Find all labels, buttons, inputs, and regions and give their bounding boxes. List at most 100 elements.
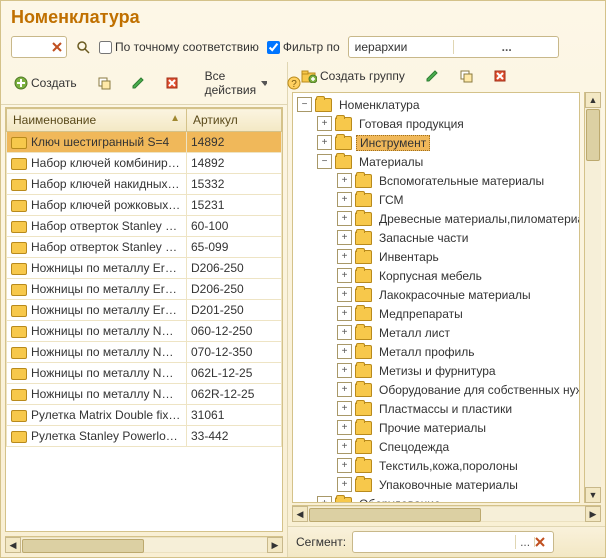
expand-icon[interactable]: + [337, 325, 352, 340]
table-row[interactable]: Ножницы по металлу Erdi пря...D201-250 [7, 300, 282, 321]
expand-icon[interactable]: + [337, 306, 352, 321]
expand-icon[interactable]: + [317, 135, 332, 150]
table-row[interactable]: Ножницы по металлу NWS Pel...070-12-350 [7, 342, 282, 363]
collapse-icon[interactable]: − [317, 154, 332, 169]
tree-node[interactable]: +Пластмассы и пластики [293, 399, 579, 418]
expand-icon[interactable]: + [337, 477, 352, 492]
tree-node-label: Медпрепараты [376, 307, 466, 321]
create-group-label: Создать группу [320, 69, 405, 83]
tree-node[interactable]: +Оборудование [293, 494, 579, 503]
scroll-right-icon[interactable]: ▶ [267, 537, 283, 553]
filter-by-checkbox[interactable]: Фильтр по [267, 40, 340, 54]
filter-bar: По точному соответствию Фильтр по иерарх… [1, 32, 605, 62]
table-row[interactable]: Ножницы по металлу Erdi прав...D206-250 [7, 279, 282, 300]
scroll-up-icon[interactable]: ▲ [585, 92, 601, 108]
search-box[interactable] [11, 36, 67, 58]
tree-node[interactable]: + Медпрепараты [293, 304, 579, 323]
grid-h-scrollbar[interactable]: ◀ ▶ [5, 536, 283, 553]
tree-node[interactable]: +Инвентарь [293, 247, 579, 266]
expand-icon[interactable]: + [337, 344, 352, 359]
table-row[interactable]: Ножницы по металлу Erdi прав...D206-250 [7, 258, 282, 279]
table-row[interactable]: Ножницы по металлу NWS дл...062L-12-25 [7, 363, 282, 384]
expand-icon[interactable]: + [337, 173, 352, 188]
tree-v-scrollbar[interactable]: ▲ ▼ [584, 92, 601, 503]
tree-node[interactable]: +Готовая продукция [293, 114, 579, 133]
scroll-right-icon[interactable]: ▶ [585, 506, 601, 522]
filter-select-button[interactable]: ... [453, 40, 556, 54]
tree-node[interactable]: +Вспомогательные материалы [293, 171, 579, 190]
exact-match-checkbox[interactable]: По точному соответствию [99, 40, 259, 54]
search-input[interactable] [14, 39, 50, 55]
create-group-button[interactable]: Создать группу [294, 66, 412, 86]
tree-node[interactable]: +Упаковочные материалы [293, 475, 579, 494]
table-row[interactable]: Рулетка Stanley Powerlock 10м...33-442 [7, 426, 282, 447]
table-row[interactable]: Набор отверток Stanley Fatmax...65-099 [7, 237, 282, 258]
expand-icon[interactable]: + [337, 401, 352, 416]
tree-h-scrollbar[interactable]: ◀ ▶ [292, 505, 601, 522]
expand-icon[interactable]: + [337, 287, 352, 302]
copy-button[interactable] [90, 73, 118, 93]
segment-field[interactable]: ... [352, 531, 554, 553]
tree-node[interactable]: +ГСМ [293, 190, 579, 209]
tree-node[interactable]: −Номенклатура [293, 95, 579, 114]
tree-node[interactable]: +Спецодежда [293, 437, 579, 456]
expand-icon[interactable]: + [337, 458, 352, 473]
table-row[interactable]: Набор ключей комбинированн...14892 [7, 153, 282, 174]
table-row[interactable]: Набор отверток Stanley Basic ...60-100 [7, 216, 282, 237]
table-row[interactable]: Ключ шестигранный S=414892 [7, 132, 282, 153]
clear-search-icon[interactable] [50, 39, 64, 55]
col-name[interactable]: Наименование▲ [7, 109, 187, 132]
items-grid[interactable]: Наименование▲ Артикул Ключ шестигранный … [5, 107, 283, 532]
all-actions-button[interactable]: Все действия [198, 66, 274, 100]
tree-node[interactable]: +Метизы и фурнитура [293, 361, 579, 380]
segment-select-button[interactable]: ... [515, 535, 534, 549]
table-row[interactable]: Рулетка Matrix Double fixation ...31061 [7, 405, 282, 426]
edit-button[interactable] [124, 73, 152, 93]
tree-node[interactable]: +Оборудование для собственных нужд (буд [293, 380, 579, 399]
copy-group-button[interactable] [452, 66, 480, 86]
expand-icon[interactable]: + [337, 439, 352, 454]
expand-icon[interactable]: + [337, 363, 352, 378]
expand-icon[interactable]: + [337, 420, 352, 435]
segment-clear-button[interactable] [534, 537, 553, 547]
expand-icon[interactable]: + [337, 249, 352, 264]
delete-group-button[interactable] [486, 66, 514, 86]
tree-node[interactable]: +Металл профиль [293, 342, 579, 361]
delete-button[interactable] [158, 73, 186, 93]
copy-icon [459, 69, 473, 83]
collapse-icon[interactable]: − [297, 97, 312, 112]
search-icon[interactable] [75, 39, 91, 55]
tree-node[interactable]: +Прочие материалы [293, 418, 579, 437]
scroll-down-icon[interactable]: ▼ [585, 487, 601, 503]
filter-by-input[interactable] [267, 41, 280, 54]
expand-icon[interactable]: + [337, 230, 352, 245]
scroll-left-icon[interactable]: ◀ [292, 506, 308, 522]
create-button[interactable]: Создать [7, 73, 84, 93]
tree-node[interactable]: +Корпусная мебель [293, 266, 579, 285]
tree-node[interactable]: +Металл лист [293, 323, 579, 342]
filter-field[interactable]: иерархии ... [348, 36, 559, 58]
tree-node[interactable]: +Запасные части [293, 228, 579, 247]
expand-icon[interactable]: + [317, 496, 332, 503]
exact-match-input[interactable] [99, 41, 112, 54]
scroll-left-icon[interactable]: ◀ [5, 537, 21, 553]
table-row[interactable]: Ножницы по металлу NWS Ber...060-12-250 [7, 321, 282, 342]
expand-icon[interactable]: + [337, 211, 352, 226]
tree-node[interactable]: −Материалы [293, 152, 579, 171]
expand-icon[interactable]: + [317, 116, 332, 131]
table-row[interactable]: Набор ключей накидных Matrix...15332 [7, 174, 282, 195]
expand-icon[interactable]: + [337, 268, 352, 283]
edit-group-button[interactable] [418, 66, 446, 86]
tree-node[interactable]: +Древесные материалы,пиломатериалы и [293, 209, 579, 228]
tree-node[interactable]: +Инструмент [293, 133, 579, 152]
left-pane: Создать Все действия ? [1, 62, 288, 557]
table-row[interactable]: Ножницы по металлу NWS дл...062R-12-25 [7, 384, 282, 405]
expand-icon[interactable]: + [337, 192, 352, 207]
table-row[interactable]: Набор ключей рожковых Matri...15231 [7, 195, 282, 216]
col-article[interactable]: Артикул [187, 109, 282, 132]
tree-node[interactable]: +Лакокрасочные материалы [293, 285, 579, 304]
expand-icon[interactable]: + [337, 382, 352, 397]
chevron-down-icon [261, 79, 267, 87]
tree-node[interactable]: +Текстиль,кожа,поролоны [293, 456, 579, 475]
tree-view[interactable]: −Номенклатура+Готовая продукция+Инструме… [292, 92, 580, 503]
